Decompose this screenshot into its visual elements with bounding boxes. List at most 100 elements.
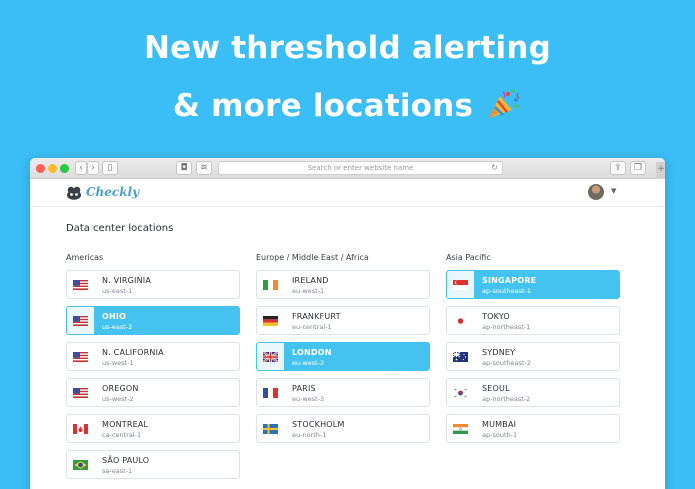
sidebar-icon: ▯ bbox=[107, 163, 113, 173]
minimize-window-button[interactable] bbox=[48, 164, 57, 173]
france-flag-icon bbox=[263, 387, 278, 398]
location-name: OHIO bbox=[102, 312, 127, 321]
flag-container bbox=[447, 415, 474, 442]
layers-icon: ≋ bbox=[200, 163, 208, 173]
us-flag-icon bbox=[73, 387, 88, 398]
party-popper-icon bbox=[489, 89, 520, 118]
location-card[interactable]: LONDON eu-west-2 bbox=[256, 342, 430, 371]
location-card[interactable]: N. VIRGINIA us-east-1 bbox=[66, 270, 240, 299]
location-code: ap-southeast-2 bbox=[482, 359, 532, 367]
location-name: TOKYO bbox=[482, 312, 510, 321]
region-heading: Asia Pacific bbox=[446, 253, 491, 262]
browser-toolbar: ‹ › ▯ ◘ ≋ Search or enter website name ↻… bbox=[30, 158, 665, 179]
tabs-icon: ❐ bbox=[633, 163, 643, 173]
location-code: us-west-1 bbox=[102, 359, 134, 367]
location-code: eu-west-2 bbox=[292, 359, 325, 367]
location-card[interactable]: TOKYO ap-northeast-1 bbox=[446, 306, 620, 335]
location-code: ap-northeast-1 bbox=[482, 323, 531, 331]
location-name: N. VIRGINIA bbox=[102, 276, 152, 285]
flag-container bbox=[67, 343, 94, 370]
location-card[interactable]: SEOUL ap-northeast-2 bbox=[446, 378, 620, 407]
page-title: Data center locations bbox=[66, 223, 174, 234]
location-code: us-east-2 bbox=[102, 323, 133, 331]
us-flag-icon bbox=[73, 351, 88, 362]
avatar[interactable] bbox=[588, 184, 604, 200]
location-card[interactable]: OREGON us-west-2 bbox=[66, 378, 240, 407]
location-code: ap-northeast-2 bbox=[482, 395, 531, 403]
headline-line-2-text: & more locations bbox=[172, 88, 474, 124]
privacy-button[interactable]: ◘ bbox=[176, 161, 192, 175]
back-button[interactable]: ‹ bbox=[75, 161, 87, 175]
chevron-down-icon[interactable]: ▼ bbox=[611, 187, 616, 195]
browser-window: ‹ › ▯ ◘ ≋ Search or enter website name ↻… bbox=[30, 158, 665, 489]
germany-flag-icon bbox=[263, 315, 278, 326]
location-code: ca-central-1 bbox=[102, 431, 142, 439]
new-tab-button[interactable]: + bbox=[656, 162, 665, 179]
location-code: eu-central-1 bbox=[292, 323, 332, 331]
location-card[interactable]: MONTREAL ca-central-1 bbox=[66, 414, 240, 443]
location-code: ap-south-1 bbox=[482, 431, 518, 439]
location-name: PARIS bbox=[292, 384, 316, 393]
location-name: STOCKHOLM bbox=[292, 420, 345, 429]
zoom-window-button[interactable] bbox=[60, 164, 69, 173]
headline-line-2: & more locations bbox=[0, 88, 695, 124]
singapore-flag-icon bbox=[453, 279, 468, 290]
location-name: IRELAND bbox=[292, 276, 329, 285]
location-card[interactable]: N. CALIFORNIA us-west-1 bbox=[66, 342, 240, 371]
checkly-logo-icon bbox=[67, 186, 81, 200]
location-name: FRANKFURT bbox=[292, 312, 341, 321]
location-card[interactable]: IRELAND eu-west-1 bbox=[256, 270, 430, 299]
sidebar-button[interactable]: ▯ bbox=[102, 161, 118, 175]
layers-button[interactable]: ≋ bbox=[196, 161, 212, 175]
sweden-flag-icon bbox=[263, 423, 278, 434]
app-logo-text[interactable]: Checkly bbox=[86, 185, 139, 199]
forward-button[interactable]: › bbox=[87, 161, 99, 175]
app-header: Checkly ▼ bbox=[30, 179, 665, 207]
uk-flag-icon bbox=[263, 351, 278, 362]
share-icon: ⇪ bbox=[614, 163, 622, 173]
location-code: ap-southeast-1 bbox=[482, 287, 532, 295]
tabs-button[interactable]: ❐ bbox=[630, 161, 646, 175]
flag-container bbox=[447, 307, 474, 334]
location-name: N. CALIFORNIA bbox=[102, 348, 164, 357]
flag-container bbox=[67, 379, 94, 406]
japan-flag-icon bbox=[453, 315, 468, 326]
locations-panel: Data center locations Americas N. VIRGINI… bbox=[30, 207, 665, 489]
location-card[interactable]: OHIO us-east-2 bbox=[66, 306, 240, 335]
flag-container bbox=[447, 271, 474, 298]
flag-container bbox=[67, 271, 94, 298]
flag-container bbox=[447, 379, 474, 406]
location-card[interactable]: SINGAPORE ap-southeast-1 bbox=[446, 270, 620, 299]
us-flag-icon bbox=[73, 315, 88, 326]
location-card[interactable]: PARIS eu-west-3 bbox=[256, 378, 430, 407]
location-name: SÃO PAULO bbox=[102, 456, 150, 465]
location-name: SINGAPORE bbox=[482, 276, 537, 285]
address-bar[interactable]: Search or enter website name ↻ bbox=[218, 161, 503, 175]
location-card[interactable]: STOCKHOLM eu-north-1 bbox=[256, 414, 430, 443]
location-card[interactable]: SÃO PAULO sa-east-1 bbox=[66, 450, 240, 479]
address-placeholder: Search or enter website name bbox=[307, 164, 414, 172]
flag-container bbox=[257, 379, 284, 406]
flag-container bbox=[257, 271, 284, 298]
location-code: us-west-2 bbox=[102, 395, 134, 403]
close-window-button[interactable] bbox=[36, 164, 45, 173]
korea-flag-icon bbox=[453, 387, 468, 398]
location-name: OREGON bbox=[102, 384, 139, 393]
reload-icon[interactable]: ↻ bbox=[491, 162, 498, 174]
location-code: sa-east-1 bbox=[102, 467, 133, 475]
headline-line-1: New threshold alerting bbox=[144, 30, 551, 66]
location-card[interactable]: SYDNEY ap-southeast-2 bbox=[446, 342, 620, 371]
location-card[interactable]: MUMBAI ap-south-1 bbox=[446, 414, 620, 443]
canada-flag-icon bbox=[73, 423, 88, 434]
location-code: eu-west-1 bbox=[292, 287, 325, 295]
location-name: MONTREAL bbox=[102, 420, 149, 429]
flag-container bbox=[67, 415, 94, 442]
ireland-flag-icon bbox=[263, 279, 278, 290]
location-card[interactable]: FRANKFURT eu-central-1 bbox=[256, 306, 430, 335]
location-code: us-east-1 bbox=[102, 287, 133, 295]
location-name: SYDNEY bbox=[482, 348, 516, 357]
share-button[interactable]: ⇪ bbox=[610, 161, 626, 175]
flag-container bbox=[257, 343, 284, 370]
location-name: SEOUL bbox=[482, 384, 510, 393]
us-flag-icon bbox=[73, 279, 88, 290]
